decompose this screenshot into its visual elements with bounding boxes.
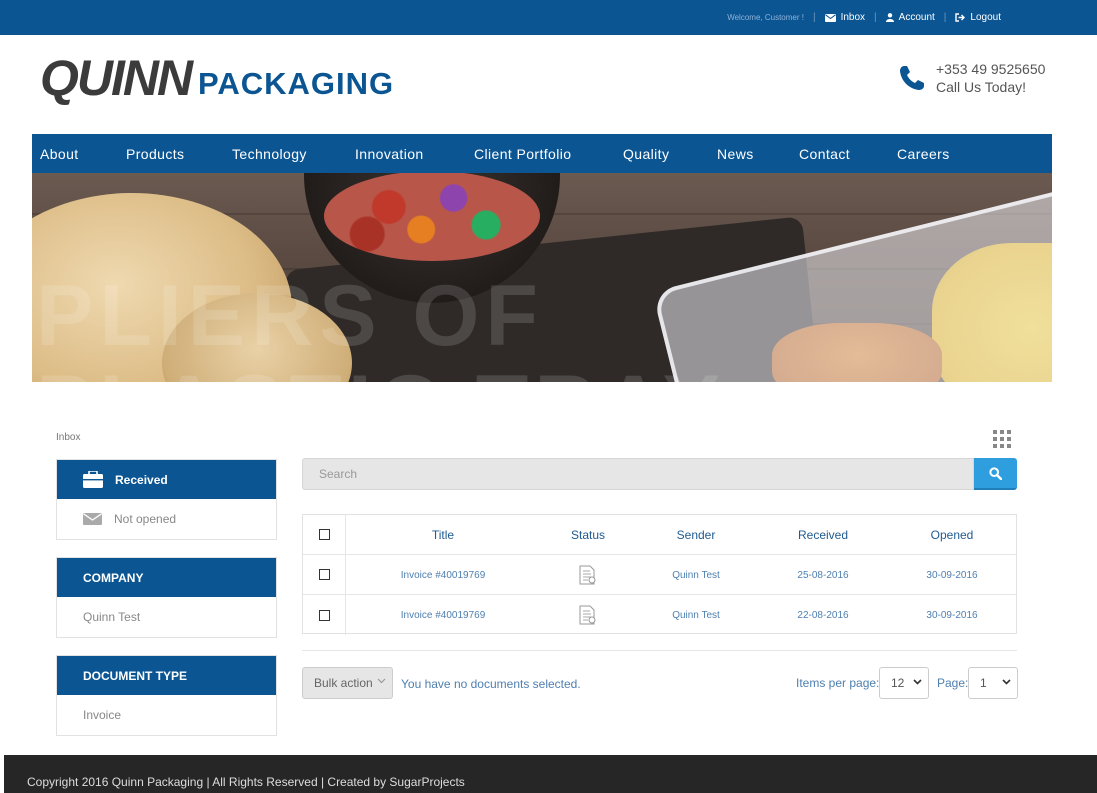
row-checkbox[interactable] xyxy=(318,569,330,580)
search-icon xyxy=(989,466,1002,480)
items-per-page-value: 12 xyxy=(891,676,905,690)
row-checkbox[interactable] xyxy=(318,609,330,621)
hero-watermark: PLIERS OF xyxy=(36,268,544,364)
status-cell xyxy=(543,595,633,635)
company-heading: COMPANY xyxy=(57,558,276,597)
nav-item-news[interactable]: News xyxy=(717,146,754,162)
items-per-page-label: Items per page: xyxy=(796,676,880,690)
page-value: 1 xyxy=(980,676,987,690)
copyright-text: Copyright 2016 Quinn Packaging | All Rig… xyxy=(27,775,465,789)
chevron-down-icon xyxy=(1002,679,1011,685)
sender-cell: Quinn Test xyxy=(672,609,720,621)
footer: Copyright 2016 Quinn Packaging | All Rig… xyxy=(4,755,1097,793)
nav-item-technology[interactable]: Technology xyxy=(232,146,307,162)
column-header-sender[interactable]: Sender xyxy=(651,515,741,555)
chevron-down-icon xyxy=(377,678,386,684)
select-all-cell xyxy=(303,515,346,554)
separator: | xyxy=(943,12,947,23)
table-header-row: Title Status Sender Received Opened xyxy=(303,515,1016,555)
opened-date-cell: 30-09-2016 xyxy=(926,609,978,621)
phone-number: +353 49 9525650 xyxy=(936,61,1046,77)
mailbox-panel: Received Not opened xyxy=(56,459,277,540)
plastic-tray xyxy=(652,180,1052,382)
separator: | xyxy=(874,12,877,23)
nav-item-careers[interactable]: Careers xyxy=(897,146,950,162)
document-icon xyxy=(579,565,596,585)
selection-status: You have no documents selected. xyxy=(401,677,581,691)
company-logo[interactable]: QUINN PACKAGING xyxy=(40,52,400,104)
breadcrumb: Inbox xyxy=(56,432,81,443)
nav-item-client-portfolio[interactable]: Client Portfolio xyxy=(474,146,571,162)
sign-out-icon xyxy=(955,13,966,22)
inbox-link[interactable]: Inbox xyxy=(824,12,866,23)
briefcase-icon xyxy=(83,471,103,488)
sender-cell: Quinn Test xyxy=(672,569,720,581)
welcome-text: Welcome, Customer ! xyxy=(727,13,804,22)
inbox-link-label: Inbox xyxy=(840,12,866,23)
account-link[interactable]: Account xyxy=(885,12,935,23)
search-input[interactable] xyxy=(302,458,974,490)
received-date-cell: 22-08-2016 xyxy=(797,609,849,621)
received-folder[interactable]: Received xyxy=(57,460,276,499)
logo-word-packaging: PACKAGING xyxy=(198,66,395,101)
logout-link-label: Logout xyxy=(970,12,1001,23)
bulk-action-value: Bulk action xyxy=(314,676,373,690)
nav-item-about[interactable]: About xyxy=(40,146,79,162)
phone-contact: +353 49 9525650 Call Us Today! xyxy=(898,60,1058,100)
bulk-action-select[interactable]: Bulk action xyxy=(302,667,393,699)
envelope-icon xyxy=(824,13,836,22)
not-opened-label: Not opened xyxy=(114,512,177,526)
opened-date-cell: 30-09-2016 xyxy=(926,569,978,581)
divider xyxy=(302,650,1017,651)
logo-word-quinn: QUINN xyxy=(40,50,193,106)
nav-item-products[interactable]: Products xyxy=(126,146,184,162)
hero-watermark: PLASTIC TRAY xyxy=(36,361,726,382)
document-type-panel: DOCUMENT TYPE Invoice xyxy=(56,655,277,736)
document-title-link[interactable]: Invoice #40019769 xyxy=(383,555,503,595)
status-cell xyxy=(543,555,633,595)
envelope-icon xyxy=(83,513,102,525)
top-bar: Welcome, Customer ! | Inbox | Account | … xyxy=(0,0,1097,35)
separator: | xyxy=(812,12,816,23)
main-nav: About Products Technology Innovation Cli… xyxy=(32,134,1052,173)
page-select[interactable]: 1 xyxy=(968,667,1018,699)
received-date-cell: 25-08-2016 xyxy=(797,569,849,581)
table-row[interactable]: Invoice #40019769 Quinn Test 22-08-2016 … xyxy=(303,595,1016,635)
document-type-heading: DOCUMENT TYPE xyxy=(57,656,276,695)
document-title-link[interactable]: Invoice #40019769 xyxy=(383,595,503,635)
nav-item-quality[interactable]: Quality xyxy=(623,146,669,162)
chevron-down-icon xyxy=(913,679,922,685)
company-filter-option[interactable]: Quinn Test xyxy=(57,597,276,637)
search-button[interactable] xyxy=(974,458,1017,490)
document-icon xyxy=(579,605,596,625)
row-select-cell xyxy=(303,595,346,635)
page-label: Page: xyxy=(937,676,969,690)
column-header-opened[interactable]: Opened xyxy=(902,515,1002,555)
account-link-label: Account xyxy=(898,12,935,23)
hero-banner: PLIERS OF PLASTIC TRAY xyxy=(32,173,1052,382)
phone-icon xyxy=(900,66,924,90)
company-filter-panel: COMPANY Quinn Test xyxy=(56,557,277,638)
call-tagline: Call Us Today! xyxy=(936,79,1027,95)
nav-item-contact[interactable]: Contact xyxy=(799,146,850,162)
column-header-title[interactable]: Title xyxy=(383,515,503,555)
column-header-received[interactable]: Received xyxy=(773,515,873,555)
table-row[interactable]: Invoice #40019769 Quinn Test 25-08-2016 … xyxy=(303,555,1016,595)
logout-link[interactable]: Logout xyxy=(955,12,1001,23)
row-select-cell xyxy=(303,555,346,594)
received-label: Received xyxy=(115,472,168,487)
apps-grid-icon[interactable] xyxy=(993,430,1011,448)
not-opened-folder[interactable]: Not opened xyxy=(57,499,276,539)
documents-table: Title Status Sender Received Opened Invo… xyxy=(302,514,1017,635)
document-type-option[interactable]: Invoice xyxy=(57,695,276,735)
column-header-status[interactable]: Status xyxy=(543,515,633,555)
search-bar xyxy=(302,458,1017,490)
select-all-checkbox[interactable] xyxy=(318,529,330,540)
items-per-page-select[interactable]: 12 xyxy=(879,667,929,699)
nav-item-innovation[interactable]: Innovation xyxy=(355,146,424,162)
user-icon xyxy=(885,13,894,22)
salsa xyxy=(324,173,540,261)
user-links: Welcome, Customer ! | Inbox | Account | … xyxy=(727,0,1001,35)
